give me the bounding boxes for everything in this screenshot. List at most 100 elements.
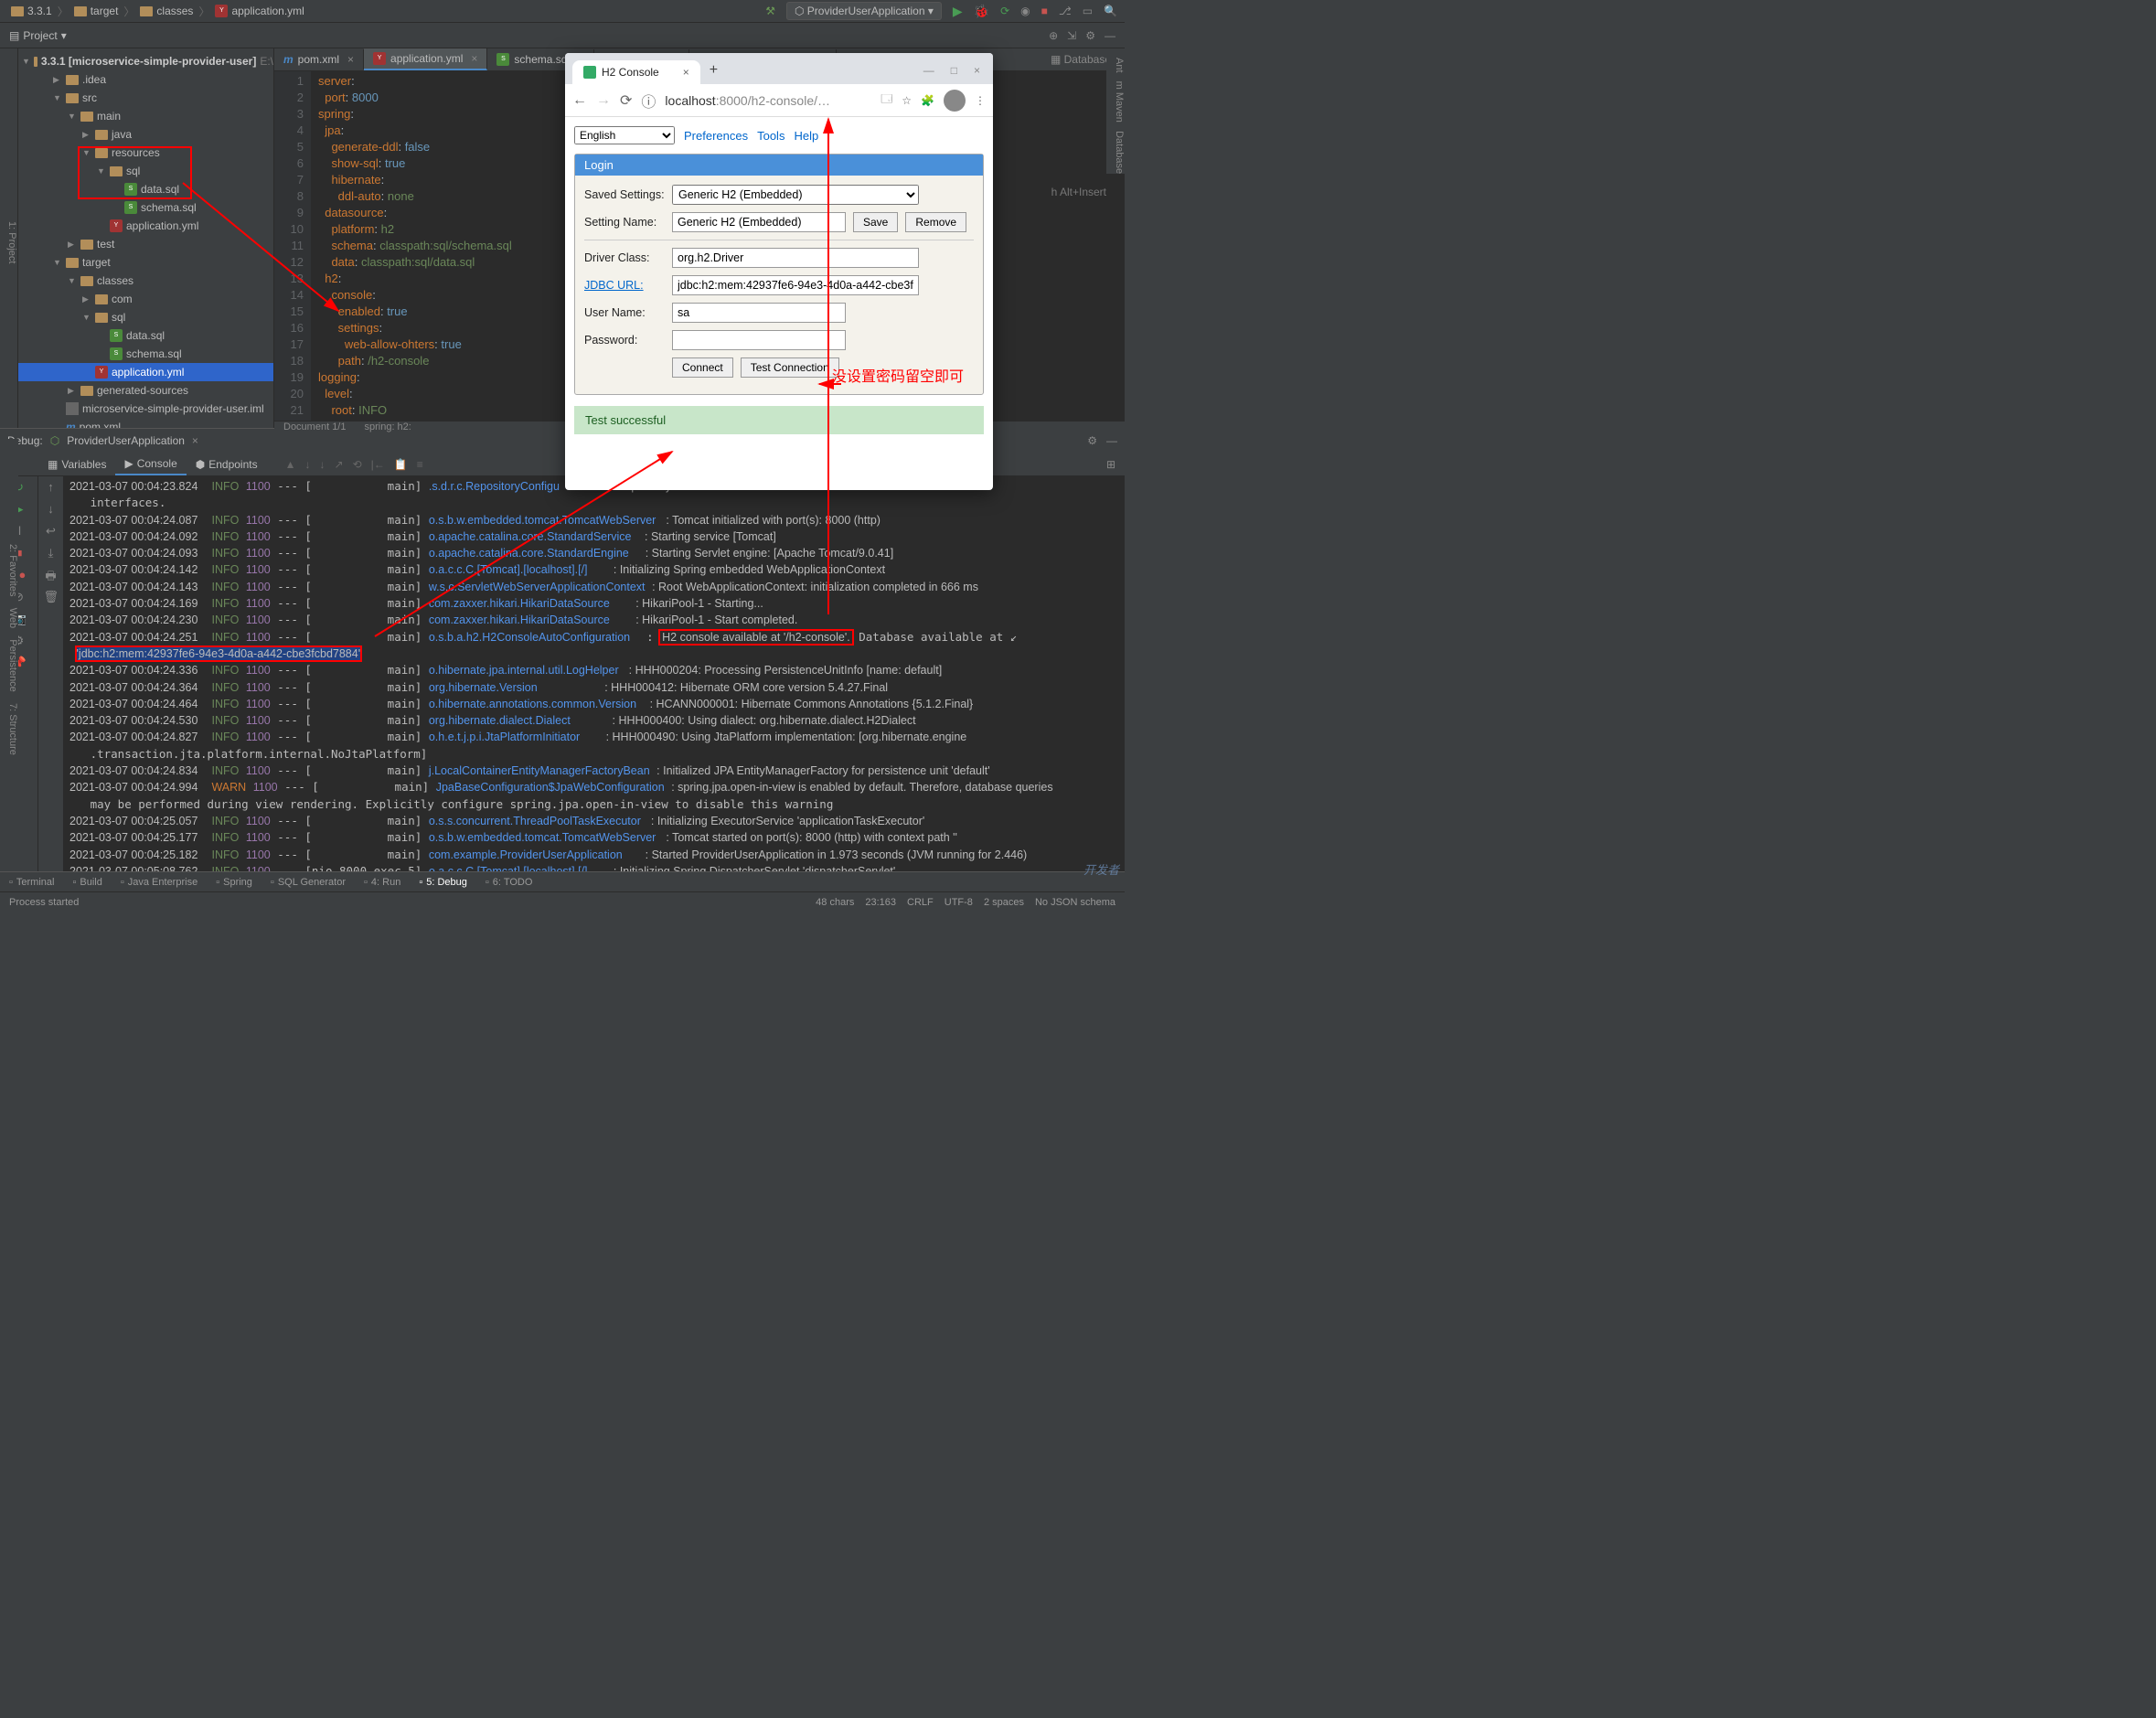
tree-item[interactable]: Sdata.sql (18, 180, 273, 198)
left-lower-tabs[interactable]: 2: Favorites Web Persistence 7: Structur… (0, 439, 18, 859)
close-icon[interactable]: × (192, 434, 198, 447)
test-button[interactable]: Test Connection (741, 357, 839, 378)
step-icon[interactable]: |← (371, 458, 385, 471)
right-tool-tabs[interactable]: Ant m Maven Database (1106, 50, 1125, 174)
bottom-tab[interactable]: ▫Java Enterprise (112, 877, 207, 888)
minimize-icon[interactable]: — (923, 64, 934, 77)
bottom-tab[interactable]: ▫5: Debug (410, 877, 476, 888)
bottom-tab[interactable]: ▫Terminal (0, 877, 63, 888)
reload-icon[interactable]: ⟳ (620, 91, 632, 110)
tree-item[interactable]: Yapplication.yml (18, 363, 273, 381)
status-pos[interactable]: 23:163 (865, 897, 896, 908)
tree-item[interactable]: microservice-simple-provider-user.iml (18, 400, 273, 418)
prefs-link[interactable]: Preferences (684, 129, 748, 143)
connect-button[interactable]: Connect (672, 357, 733, 378)
bottom-tab[interactable]: ▫Spring (207, 877, 261, 888)
tab-variables[interactable]: ▦ Variables (38, 454, 115, 475)
browser-tab[interactable]: H2 Console × (572, 60, 700, 84)
star-icon[interactable]: ☆ (902, 94, 912, 107)
down-icon[interactable]: ↓ (44, 502, 59, 517)
crumb-file[interactable]: Yapplication.yml (211, 5, 307, 17)
step-icon[interactable]: ↓ (320, 458, 326, 471)
tree-item[interactable]: ▼sql (18, 308, 273, 326)
back-icon[interactable]: ← (572, 92, 587, 109)
crumb-path[interactable]: spring: h2: (364, 421, 411, 432)
step-icon[interactable]: ↗ (335, 458, 344, 471)
extensions-icon[interactable]: 🧩 (921, 94, 934, 107)
close-icon[interactable]: × (974, 64, 980, 77)
debug-app[interactable]: ProviderUserApplication (67, 434, 185, 447)
tree-item[interactable]: Sschema.sql (18, 345, 273, 363)
gear-icon[interactable]: ⚙ (1087, 434, 1097, 447)
gear-icon[interactable]: ⚙ (1085, 29, 1095, 42)
saved-settings-select[interactable]: Generic H2 (Embedded) (672, 185, 919, 205)
tree-item[interactable]: ▶generated-sources (18, 381, 273, 400)
wrap-icon[interactable]: ↩ (44, 524, 59, 539)
bottom-tab[interactable]: ▫6: TODO (476, 877, 542, 888)
step-icon[interactable]: ⟲ (353, 458, 362, 471)
status-indent[interactable]: 2 spaces (984, 897, 1024, 908)
up-icon[interactable]: ↑ (44, 480, 59, 495)
layout-icon[interactable]: ⊞ (1106, 458, 1125, 471)
step-icon[interactable]: 📋 (394, 458, 408, 471)
bottom-tab[interactable]: ▫Build (63, 877, 111, 888)
save-button[interactable]: Save (853, 212, 898, 232)
bottom-tab[interactable]: ▫4: Run (355, 877, 410, 888)
search-icon[interactable]: 🔍 (1104, 5, 1117, 17)
left-tool-tabs[interactable]: 1: Project (0, 48, 18, 428)
scroll-icon[interactable]: ⤓ (44, 546, 59, 560)
step-icon[interactable]: ▲ (285, 458, 296, 471)
tree-root[interactable]: ▼3.3.1 [microservice-simple-provider-use… (18, 52, 273, 70)
console-output[interactable]: 2021-03-07 00:04:23.824 INFO 1100 --- [ … (64, 476, 1125, 871)
menu-icon[interactable]: ⋮ (975, 94, 986, 107)
tree-item[interactable]: ▶com (18, 290, 273, 308)
status-crlf[interactable]: CRLF (907, 897, 934, 908)
help-link[interactable]: Help (794, 129, 818, 143)
tree-item[interactable]: ▼sql (18, 162, 273, 180)
tree-item[interactable]: Yapplication.yml (18, 217, 273, 235)
step-icon[interactable]: ↓ (305, 458, 311, 471)
editor-tab[interactable]: Yapplication.yml× (364, 48, 487, 70)
tree-item[interactable]: ▼classes (18, 272, 273, 290)
hide-icon[interactable]: — (1106, 434, 1117, 447)
url-field[interactable]: localhost:8000/h2-console/… (665, 93, 871, 108)
tree-item[interactable]: ▼resources (18, 144, 273, 162)
run-config-select[interactable]: ⬡ ProviderUserApplication ▾ (786, 2, 942, 20)
close-tab-icon[interactable]: × (683, 66, 689, 79)
translate-icon[interactable]: 🗔 (881, 91, 892, 110)
tools-link[interactable]: Tools (757, 129, 784, 143)
tree-item[interactable]: ▶java (18, 125, 273, 144)
tree-item[interactable]: ▼main (18, 107, 273, 125)
print-icon[interactable]: 🖶 (44, 568, 59, 582)
target-icon[interactable]: ⊕ (1049, 29, 1058, 42)
tree-item[interactable]: ▶test (18, 235, 273, 253)
tree-item[interactable]: ▼src (18, 89, 273, 107)
new-tab-button[interactable]: + (700, 57, 727, 84)
git-icon[interactable]: ⎇ (1059, 5, 1072, 17)
project-label[interactable]: ▤ Project ▾ (0, 29, 76, 42)
layout-icon[interactable]: ▭ (1083, 5, 1093, 17)
driver-input[interactable] (672, 248, 919, 268)
hide-icon[interactable]: — (1105, 29, 1115, 42)
crumb-classes[interactable]: classes (136, 5, 197, 17)
editor-tab[interactable]: mpom.xml× (274, 49, 364, 69)
tree-item[interactable]: ▶.idea (18, 70, 273, 89)
crumb-root[interactable]: 3.3.1 (7, 5, 56, 17)
tree-item[interactable]: Sschema.sql (18, 198, 273, 217)
step-icon[interactable]: ≡ (417, 458, 423, 471)
maximize-icon[interactable]: □ (951, 64, 957, 77)
pass-input[interactable] (672, 330, 846, 350)
tab-endpoints[interactable]: ⬢ Endpoints (187, 454, 267, 475)
project-tree[interactable]: ▼3.3.1 [microservice-simple-provider-use… (18, 48, 274, 428)
remove-button[interactable]: Remove (905, 212, 966, 232)
clear-icon[interactable]: 🗑 (44, 590, 59, 604)
setting-name-input[interactable] (672, 212, 846, 232)
lang-select[interactable]: English (574, 126, 675, 144)
user-input[interactable] (672, 303, 846, 323)
avatar-icon[interactable] (944, 90, 966, 112)
tree-item[interactable]: Sdata.sql (18, 326, 273, 345)
tab-console[interactable]: ▶ Console (115, 454, 186, 475)
tree-item[interactable]: mpom.xml (18, 418, 273, 428)
profile-button[interactable]: ◉ (1020, 5, 1030, 17)
debug-button[interactable]: 🐞 (974, 4, 989, 19)
